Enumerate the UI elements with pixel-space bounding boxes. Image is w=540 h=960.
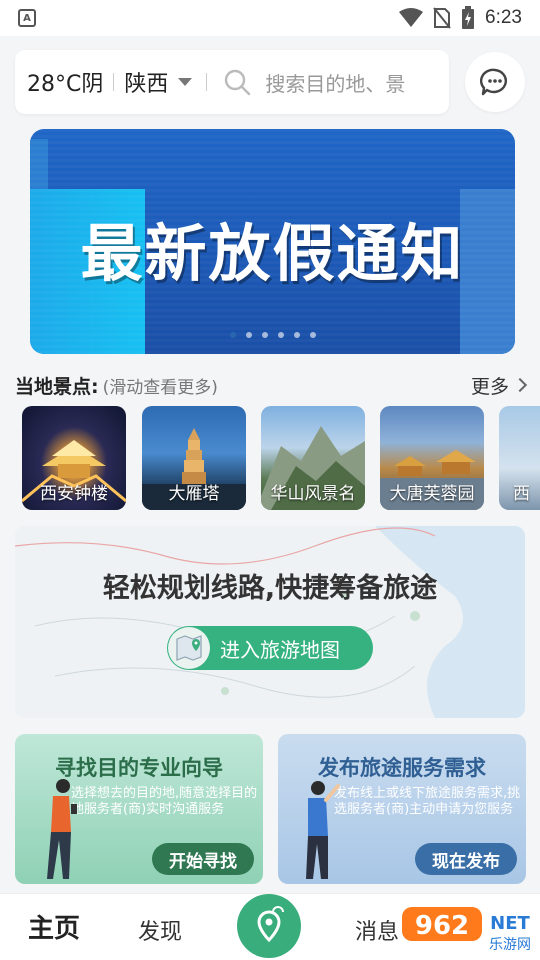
carousel-dot[interactable] xyxy=(277,332,284,338)
watermark-text: 962 xyxy=(415,911,469,941)
spots-carousel[interactable]: 西安钟楼 大雁塔 华山风景名 大唐芙蓉园 西 xyxy=(22,406,540,510)
map-background xyxy=(15,526,525,718)
map-title: 轻松规划线路,快捷筹备旅途 xyxy=(102,573,438,604)
carousel-dot[interactable] xyxy=(309,332,316,338)
spot-label: 华山风景名 xyxy=(270,484,356,504)
carousel-dot[interactable] xyxy=(229,332,236,338)
watermark-suffix: NET xyxy=(490,913,530,934)
spot-card[interactable]: 华山风景名 xyxy=(261,406,365,510)
search-input[interactable]: 搜索目的地、景 xyxy=(265,68,449,97)
local-spots-header: 当地景点: (滑动查看更多) 更多 xyxy=(15,371,528,399)
traveler-illustration xyxy=(47,779,77,879)
more-link[interactable]: 更多 xyxy=(470,372,528,399)
spot-card[interactable]: 西安钟楼 xyxy=(22,406,126,510)
location-pin-icon xyxy=(257,906,284,943)
map-card[interactable]: 轻松规划线路,快捷筹备旅途 进入旅游地图 xyxy=(15,526,525,718)
weather-label: 28°C阴 xyxy=(27,72,104,97)
more-label: 更多 xyxy=(470,375,509,398)
carousel-dot[interactable] xyxy=(293,332,300,338)
watermark-sub: 乐游网 xyxy=(489,937,531,953)
status-icons: 6:23 xyxy=(399,6,522,30)
publish-now-button[interactable]: 现在发布 xyxy=(415,843,517,875)
card-description: 发布线上或线下旅途服务需求,挑选服务者(商)主动申请为您服务 xyxy=(334,786,521,817)
watermark-logo: 962 NET 乐游网 xyxy=(402,907,531,953)
publish-request-card[interactable]: 发布旅途服务需求 发布线上或线下旅途服务需求,挑选服务者(商)主动申请为您服务 … xyxy=(278,734,526,884)
spot-card[interactable]: 大唐芙蓉园 xyxy=(380,406,484,510)
nav-map-button[interactable] xyxy=(237,894,301,958)
carousel-dots xyxy=(30,332,515,338)
section-title: 当地景点: xyxy=(15,375,99,398)
province-selector[interactable]: 陕西 xyxy=(124,66,168,98)
chevron-right-icon xyxy=(512,377,528,393)
divider xyxy=(206,73,208,91)
nav-home[interactable]: 主页 xyxy=(28,908,80,945)
map-icon xyxy=(168,627,210,669)
section-subtitle: (滑动查看更多) xyxy=(102,377,218,398)
chat-bubble-icon xyxy=(480,68,507,96)
spot-card[interactable]: 大雁塔 xyxy=(142,406,246,510)
battery-icon xyxy=(462,6,475,29)
spot-label: 西安钟楼 xyxy=(40,484,108,504)
search-icon[interactable] xyxy=(223,68,251,96)
status-bar: A 6:23 xyxy=(0,0,540,36)
no-sim-icon xyxy=(433,7,451,29)
app-notification-icon: A xyxy=(18,9,36,27)
spot-card[interactable]: 西 xyxy=(499,406,540,510)
divider xyxy=(113,73,115,91)
clock: 6:23 xyxy=(485,7,522,28)
promo-banner[interactable]: 最新放假通知 xyxy=(30,129,515,354)
spot-label: 大雁塔 xyxy=(168,484,220,504)
start-search-button[interactable]: 开始寻找 xyxy=(152,843,254,875)
nav-discover[interactable]: 发现 xyxy=(138,914,182,946)
open-map-button[interactable]: 进入旅游地图 xyxy=(167,626,373,670)
nav-messages[interactable]: 消息 xyxy=(355,914,399,946)
banner-title: 最新放假通知 xyxy=(80,217,465,290)
carousel-dot[interactable] xyxy=(261,332,268,338)
open-map-label: 进入旅游地图 xyxy=(220,637,340,662)
wifi-icon xyxy=(399,8,424,27)
spot-label: 西 xyxy=(513,484,530,504)
search-bar: 28°C阴 陕西 搜索目的地、景 xyxy=(15,50,449,114)
traveler-illustration xyxy=(306,781,340,879)
find-guide-card[interactable]: 寻找目的专业向导 选择想去的目的地,随意选择目的地服务者(商)实时沟通服务 开始… xyxy=(15,734,263,884)
spot-label: 大唐芙蓉园 xyxy=(389,484,475,504)
chat-button[interactable] xyxy=(465,52,525,112)
card-description: 选择想去的目的地,随意选择目的地服务者(商)实时沟通服务 xyxy=(71,786,258,817)
chevron-down-icon[interactable] xyxy=(178,78,193,86)
carousel-dot[interactable] xyxy=(245,332,252,338)
header: 28°C阴 陕西 搜索目的地、景 xyxy=(0,36,540,126)
